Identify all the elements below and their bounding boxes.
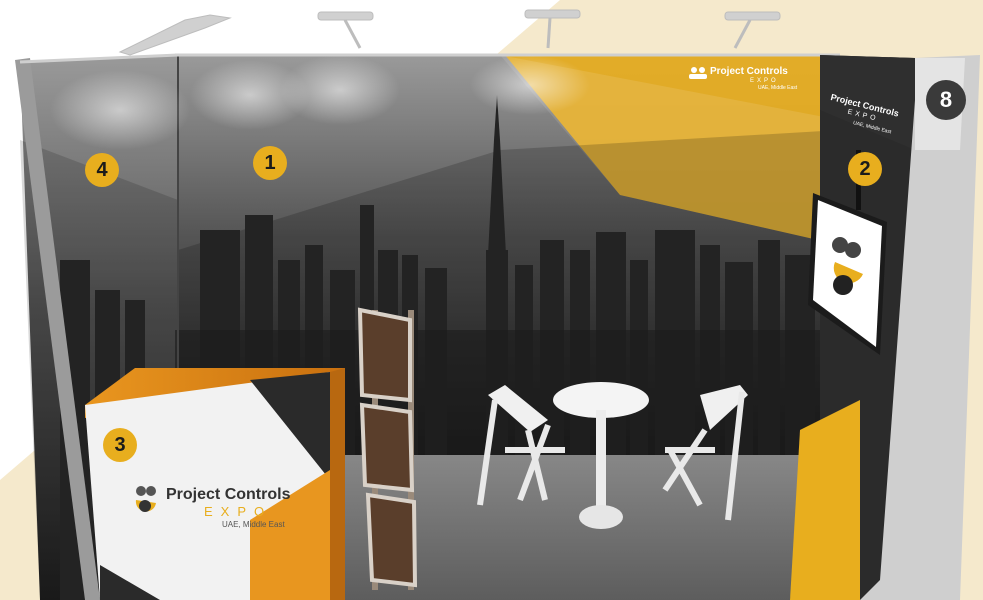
counter-logo-name: Project Controls [166,486,291,503]
counter-logo-location: UAE, Middle East [222,520,285,529]
marker-3: 3 [103,428,137,462]
marker-8: 8 [926,80,966,120]
counter-logo-expo: EXPO [204,504,273,519]
marker-2: 2 [848,152,882,186]
right-tower-yellow [790,400,860,600]
back-wall-logo-name: Project Controls [710,66,788,77]
back-wall-logo-location: UAE, Middle East [758,85,798,91]
back-wall-logo-expo: EXPO [750,78,779,84]
logo-mark-icon [135,486,156,512]
people-icon [689,67,707,79]
marker-4: 4 [85,153,119,187]
spotlights [118,9,781,56]
marker-1: 1 [253,146,287,180]
counter-side [330,368,345,600]
